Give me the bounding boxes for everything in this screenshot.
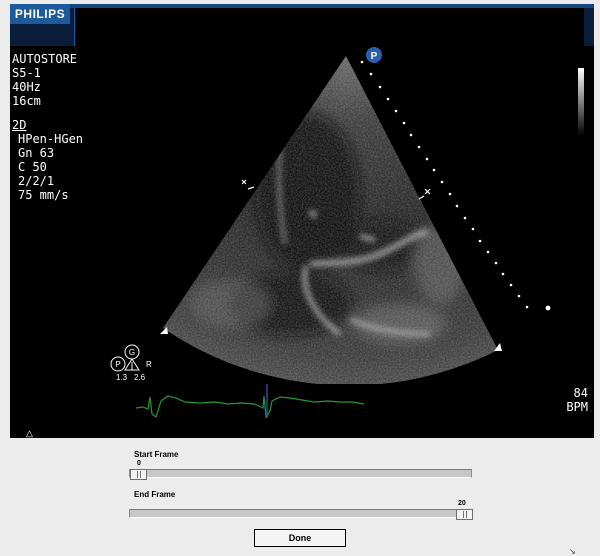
scan-parameters: AUTOSTORE S5-1 40Hz 16cm 2D HPen-HGen Gn…: [12, 52, 132, 202]
end-frame-slider[interactable]: [129, 509, 473, 520]
sector-marker-label: P: [371, 51, 378, 62]
start-frame-slider-thumb[interactable]: [130, 469, 147, 480]
start-frame-value: 0: [137, 460, 141, 467]
ecg-trace: [135, 384, 365, 419]
frame-rate-label: 40Hz: [12, 80, 41, 94]
heart-rate: 84 BPM: [528, 386, 588, 414]
end-frame-value: 20: [458, 500, 466, 507]
end-frame-label: End Frame: [134, 490, 176, 499]
heart-rate-unit: BPM: [566, 400, 588, 414]
orientation-r-label: R: [146, 360, 152, 369]
start-frame-slider[interactable]: [129, 469, 472, 480]
orientation-p-label: P: [115, 360, 120, 369]
sector-marker: P: [366, 47, 382, 63]
image-sector: [163, 56, 498, 384]
done-button[interactable]: Done: [254, 529, 346, 547]
orientation-left-value: 1.3: [116, 373, 128, 382]
grayscale-bar: [578, 68, 584, 136]
ultrasound-viewer: PHILIPS P P G R 1.3 2.6 AUTOSTORE S5-1 4…: [10, 4, 594, 438]
frame-controls: Start Frame 0 End Frame 20 Done ↘: [0, 438, 600, 556]
compression-label: C 50: [18, 160, 47, 174]
harmonics-label: HPen-HGen: [18, 132, 84, 146]
gain-label: Gn 63: [18, 146, 55, 160]
preset-label: AUTOSTORE: [12, 52, 78, 66]
heart-rate-value: 84: [573, 386, 588, 400]
depth-label: 16cm: [12, 94, 41, 108]
start-frame-label: Start Frame: [134, 450, 179, 459]
persistence-label: 2/2/1: [18, 174, 55, 188]
orientation-g-label: G: [129, 348, 135, 357]
mouse-cursor-icon: ↘: [569, 547, 576, 556]
probe-label: S5-1: [12, 66, 41, 80]
trackball-icon: △: [26, 428, 33, 438]
mode-label: 2D: [12, 118, 27, 132]
sweep-speed-label: 75 mm/s: [18, 188, 69, 202]
orientation-icon: P G R 1.3 2.6: [110, 344, 152, 382]
orientation-right-value: 2.6: [134, 373, 146, 382]
end-frame-slider-thumb[interactable]: [456, 509, 473, 520]
